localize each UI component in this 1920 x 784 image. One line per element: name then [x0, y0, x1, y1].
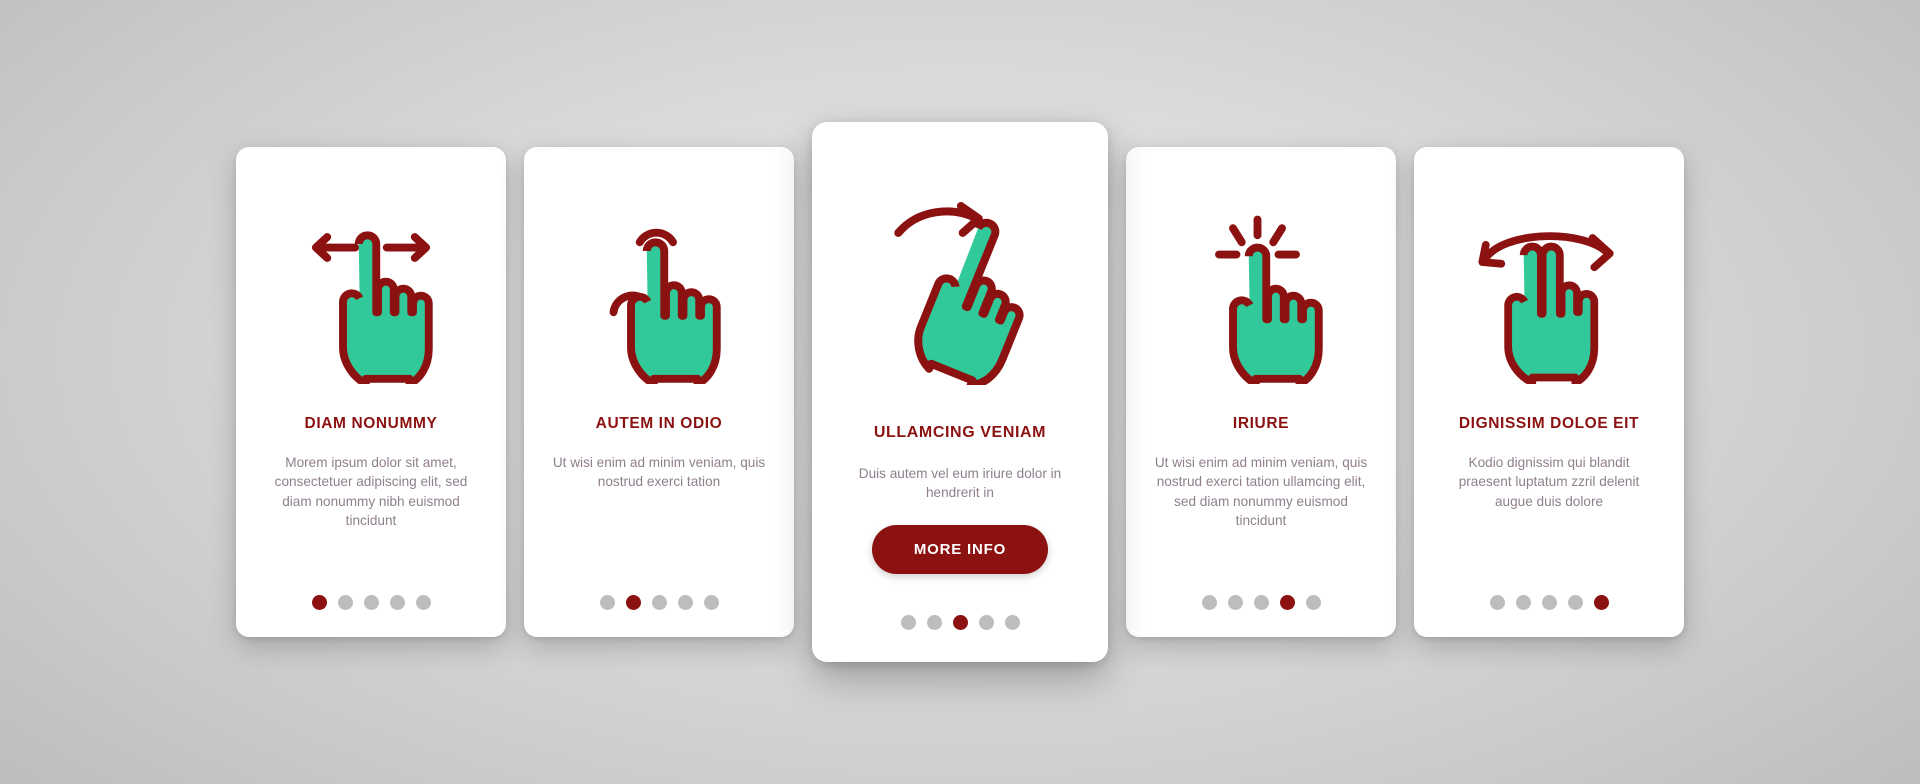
pagination-dots — [1126, 595, 1396, 610]
pagination-dot-2[interactable] — [337, 595, 353, 610]
two-finger-rotate-gesture-icon — [1477, 231, 1614, 384]
pagination-dot-1[interactable] — [1201, 595, 1217, 610]
pagination-dot-2-active[interactable] — [625, 595, 641, 610]
card-title: AUTEM IN ODIO — [595, 415, 723, 432]
pagination-dot-5-active[interactable] — [1593, 595, 1609, 610]
pagination-dots — [236, 595, 506, 610]
pagination-dot-2[interactable] — [1227, 595, 1243, 610]
card-title: DIGNISSIM DOLOE EIT — [1458, 415, 1640, 432]
onboarding-card-1: DIAM NONUMMY Morem ipsum dolor sit amet, … — [236, 147, 506, 637]
pagination-dot-2[interactable] — [1515, 595, 1531, 610]
pagination-dot-1-active[interactable] — [311, 595, 327, 610]
pagination-dot-1[interactable] — [599, 595, 615, 610]
pagination-dot-4[interactable] — [389, 595, 405, 610]
onboarding-card-2: AUTEM IN ODIO Ut wisi enim ad minim venia… — [524, 147, 794, 637]
pagination-dot-3[interactable] — [1253, 595, 1269, 610]
card-illustration — [254, 181, 488, 411]
card-title: IRIURE — [1232, 415, 1290, 432]
onboarding-card-5: DIGNISSIM DOLOE EIT Kodio dignissim qui b… — [1414, 147, 1684, 637]
card-description: Duis autem vel eum iriure dolor in hendr… — [858, 466, 1062, 501]
pagination-dot-2[interactable] — [926, 615, 942, 630]
pagination-dots — [1414, 595, 1684, 610]
tap-click-gesture-icon — [1215, 215, 1323, 384]
card-title: DIAM NONUMMY — [304, 415, 438, 432]
card-illustration — [542, 181, 776, 411]
pagination-dot-5[interactable] — [415, 595, 431, 610]
card-illustration — [1144, 181, 1378, 411]
card-description: Morem ipsum dolor sit amet, consectetuer… — [274, 455, 468, 528]
pagination-dot-3[interactable] — [363, 595, 379, 610]
pagination-dot-3[interactable] — [1541, 595, 1557, 610]
swipe-up-right-gesture-icon — [894, 202, 1024, 385]
swipe-horizontal-gesture-icon — [311, 230, 433, 384]
card-title: ULLAMCING VENIAM — [873, 424, 1047, 441]
pagination-dot-3[interactable] — [651, 595, 667, 610]
pagination-dot-4[interactable] — [978, 615, 994, 630]
pagination-dot-1[interactable] — [900, 615, 916, 630]
card-description: Ut wisi enim ad minim veniam, quis nostr… — [1154, 455, 1368, 528]
onboarding-card-3: ULLAMCING VENIAM Duis autem vel eum iriur… — [812, 122, 1108, 662]
pagination-dot-3-active[interactable] — [952, 615, 968, 630]
pagination-dot-4[interactable] — [1567, 595, 1583, 610]
pagination-dot-4[interactable] — [677, 595, 693, 610]
pagination-dots — [524, 595, 794, 610]
pagination-dot-5[interactable] — [1305, 595, 1321, 610]
pagination-dot-1[interactable] — [1489, 595, 1505, 610]
double-tap-gesture-icon — [609, 228, 721, 384]
onboarding-card-row: DIAM NONUMMY Morem ipsum dolor sit amet, … — [0, 0, 1920, 784]
pagination-dot-5[interactable] — [703, 595, 719, 610]
pagination-dot-4-active[interactable] — [1279, 595, 1295, 610]
card-illustration — [830, 162, 1090, 420]
card-illustration — [1432, 181, 1666, 411]
card-description: Kodio dignissim qui blandit praesent lup… — [1458, 455, 1640, 509]
more-info-button[interactable]: MORE INFO — [871, 524, 1049, 574]
onboarding-card-4: IRIURE Ut wisi enim ad minim veniam, quis… — [1126, 147, 1396, 637]
card-description: Ut wisi enim ad minim veniam, quis nostr… — [552, 455, 766, 490]
pagination-dot-5[interactable] — [1004, 615, 1020, 630]
pagination-dots — [812, 615, 1108, 630]
